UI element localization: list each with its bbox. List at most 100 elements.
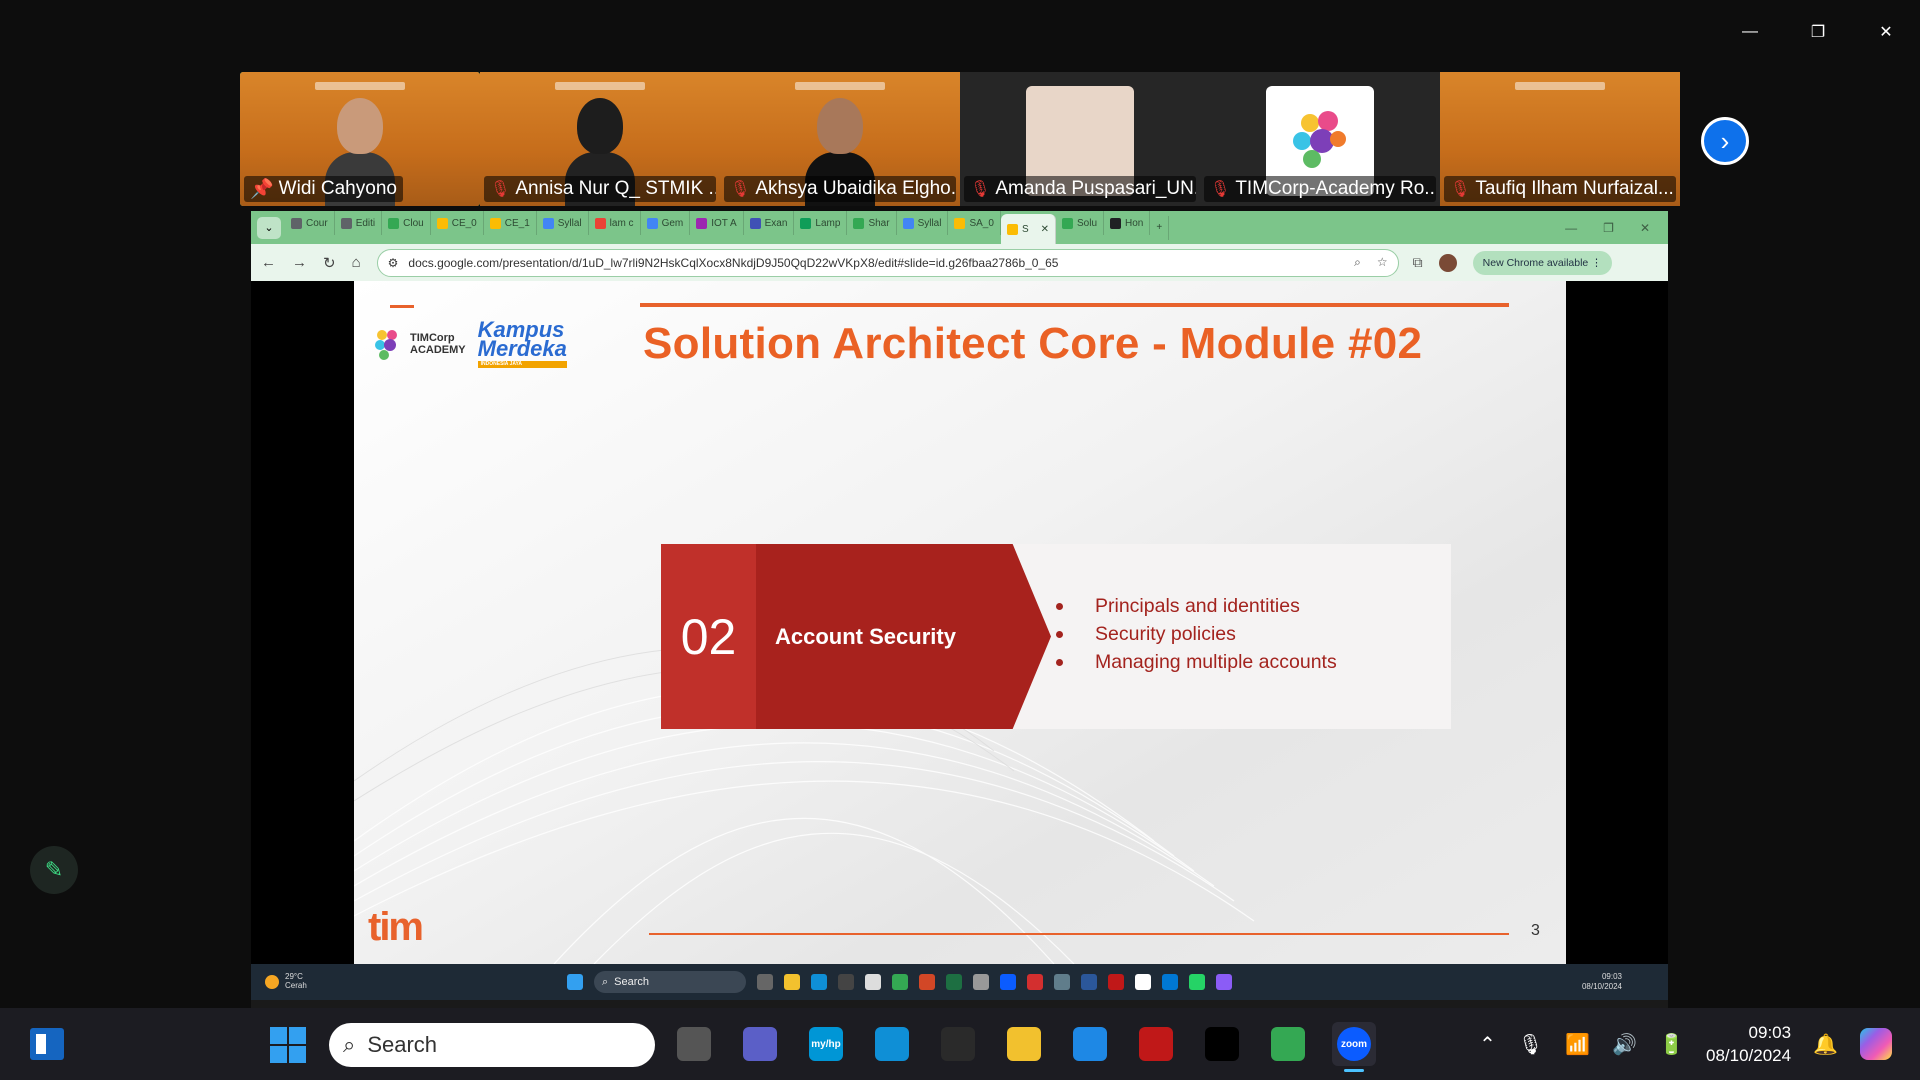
teams-meet-icon[interactable] (738, 1022, 782, 1066)
close-icon[interactable]: ✕ (1640, 221, 1650, 235)
browser-tab[interactable]: SA_0 (948, 211, 1001, 235)
new-tab-button[interactable]: + (1150, 215, 1170, 240)
participant-tile[interactable]: 🎙 Taufiq Ilham Nurfaizal... (1440, 72, 1680, 206)
browser-tab[interactable]: Syllal (897, 211, 949, 235)
browser-tab[interactable]: Syllal (537, 211, 589, 235)
zoom-icon[interactable]: zoom (1332, 1022, 1376, 1072)
browser-tab[interactable]: Gem (641, 211, 691, 235)
participant-tile[interactable]: 🎙 Annisa Nur Q_ STMIK ... (480, 72, 720, 206)
participant-tile[interactable]: 📌 Widi Cahyono (240, 72, 480, 206)
chrome-icon[interactable] (892, 974, 908, 990)
close-tab-icon[interactable]: ✕ (1041, 224, 1049, 235)
section-number: 02 (661, 544, 756, 729)
browser-tab[interactable]: IOT A (690, 211, 744, 235)
browser-tab[interactable]: Clou (382, 211, 431, 235)
tab-search-button[interactable]: ⌄ (257, 216, 281, 239)
site-info-icon[interactable]: ⚙ (388, 256, 399, 270)
zoom-icon[interactable] (1000, 974, 1016, 990)
tab-favicon-icon (1110, 217, 1122, 229)
home-icon[interactable]: ⌂ (352, 254, 361, 272)
app-icon[interactable] (1135, 974, 1151, 990)
copilot-icon[interactable] (1860, 1028, 1892, 1060)
file-explorer-icon[interactable] (1002, 1022, 1046, 1066)
outlook-icon[interactable] (1162, 974, 1178, 990)
sheets-icon[interactable] (946, 974, 962, 990)
participant-tile[interactable]: 🎙 Akhsya Ubaidika Elgho... (720, 72, 960, 206)
minimize-button[interactable]: — (1716, 10, 1784, 54)
pencil-icon: ✎ (44, 857, 64, 882)
zoom-icon[interactable]: ⌕ (1354, 255, 1361, 270)
chrome-icon[interactable] (1266, 1022, 1310, 1066)
browser-tab[interactable]: Solu (1056, 211, 1105, 235)
slide-viewport: TIMCorp ACADEMY Kampus Merdeka INDONESIA… (251, 281, 1668, 964)
battery-icon[interactable]: 🔋 (1659, 1032, 1684, 1057)
browser-tab[interactable]: Lamp (794, 211, 848, 235)
browser-tab[interactable]: Shar (847, 211, 897, 235)
mcafee-icon[interactable] (1108, 974, 1124, 990)
browser-tab[interactable]: CE_0 (431, 211, 484, 235)
chrome-update-button[interactable]: New Chrome available ⋮ (1472, 250, 1612, 275)
list-item: Security policies (1051, 620, 1337, 648)
timcorp-logo-icon (1293, 111, 1346, 168)
notification-bell-icon[interactable]: 🔔 (1813, 1032, 1838, 1057)
mcafee-icon[interactable] (1134, 1022, 1178, 1066)
acrobat-icon[interactable] (1027, 974, 1043, 990)
store-icon[interactable] (838, 974, 854, 990)
participant-tile[interactable]: 🎙 Amanda Puspasari_UN... (960, 72, 1200, 206)
wifi-icon[interactable]: 📶 (1565, 1032, 1590, 1057)
powerpoint-icon[interactable] (919, 974, 935, 990)
edge-icon[interactable] (870, 1022, 914, 1066)
remote-search-box[interactable]: ⌕ Search (594, 971, 746, 993)
restore-button[interactable]: ❐ (1784, 10, 1852, 54)
forward-icon[interactable]: → (292, 254, 307, 272)
back-icon[interactable]: ← (261, 254, 276, 272)
search-icon: ⌕ (602, 975, 609, 988)
profile-avatar[interactable] (1438, 253, 1457, 272)
chevron-up-icon[interactable]: ⌃ (1479, 1032, 1496, 1057)
word-icon[interactable] (1081, 974, 1097, 990)
calculator-icon[interactable] (973, 974, 989, 990)
browser-tab[interactable]: Cour (285, 211, 335, 235)
edge-icon[interactable] (811, 974, 827, 990)
browser-tab[interactable]: Exan (744, 211, 795, 235)
browser-tab[interactable]: S ✕ (1000, 214, 1056, 244)
extensions-icon[interactable]: ⧉ (1413, 254, 1423, 271)
myhp-icon[interactable]: my/hp (804, 1022, 848, 1066)
task-view-icon[interactable] (757, 974, 773, 990)
browser-tab[interactable]: CE_1 (484, 211, 537, 235)
settings-icon[interactable] (865, 974, 881, 990)
browser-tab[interactable]: Hon (1104, 211, 1151, 235)
window-controls: — ❐ ✕ (1716, 10, 1920, 54)
weather-widget[interactable]: 29°C Cerah (251, 972, 567, 991)
task-view-icon[interactable] (672, 1022, 716, 1066)
gear-icon[interactable] (1054, 974, 1070, 990)
footer-rule (649, 933, 1509, 935)
taskbar-search[interactable]: ⌕ Search (329, 1023, 655, 1067)
filter-icon[interactable] (1216, 974, 1232, 990)
tiktok-icon[interactable] (1200, 1022, 1244, 1066)
close-button[interactable]: ✕ (1852, 10, 1920, 54)
clock[interactable]: 09:03 08/10/2024 (1706, 1021, 1791, 1067)
volume-icon[interactable]: 🔊 (1612, 1032, 1637, 1057)
browser-tab[interactable]: lam c (589, 211, 641, 235)
start-icon[interactable] (567, 974, 583, 990)
participant-name-label: 🎙 TIMCorp-Academy Ro... (1204, 176, 1436, 202)
browser-tab[interactable]: Editi (335, 211, 383, 235)
widgets-icon[interactable] (30, 1028, 64, 1060)
participant-tile[interactable]: 🎙 TIMCorp-Academy Ro... (1200, 72, 1440, 206)
store-icon[interactable] (936, 1022, 980, 1066)
microphone-icon[interactable]: 🎙 (1518, 1032, 1543, 1057)
restore-icon[interactable]: ❐ (1603, 221, 1614, 235)
reload-icon[interactable]: ↻ (323, 254, 336, 272)
slide-logos: TIMCorp ACADEMY Kampus Merdeka INDONESIA… (372, 319, 567, 368)
start-button[interactable] (270, 1027, 306, 1063)
file-explorer-icon[interactable] (784, 974, 800, 990)
address-bar[interactable]: ⚙ docs.google.com/presentation/d/1uD_lw7… (376, 248, 1399, 277)
annotate-button[interactable]: ✎ (30, 846, 78, 894)
help-icon[interactable] (1068, 1022, 1112, 1066)
bookmark-star-icon[interactable]: ☆ (1377, 255, 1388, 270)
next-page-button[interactable]: › (1701, 117, 1749, 165)
whatsapp-icon[interactable] (1189, 974, 1205, 990)
tab-favicon-icon (388, 217, 400, 229)
minimize-icon[interactable]: — (1565, 221, 1577, 235)
